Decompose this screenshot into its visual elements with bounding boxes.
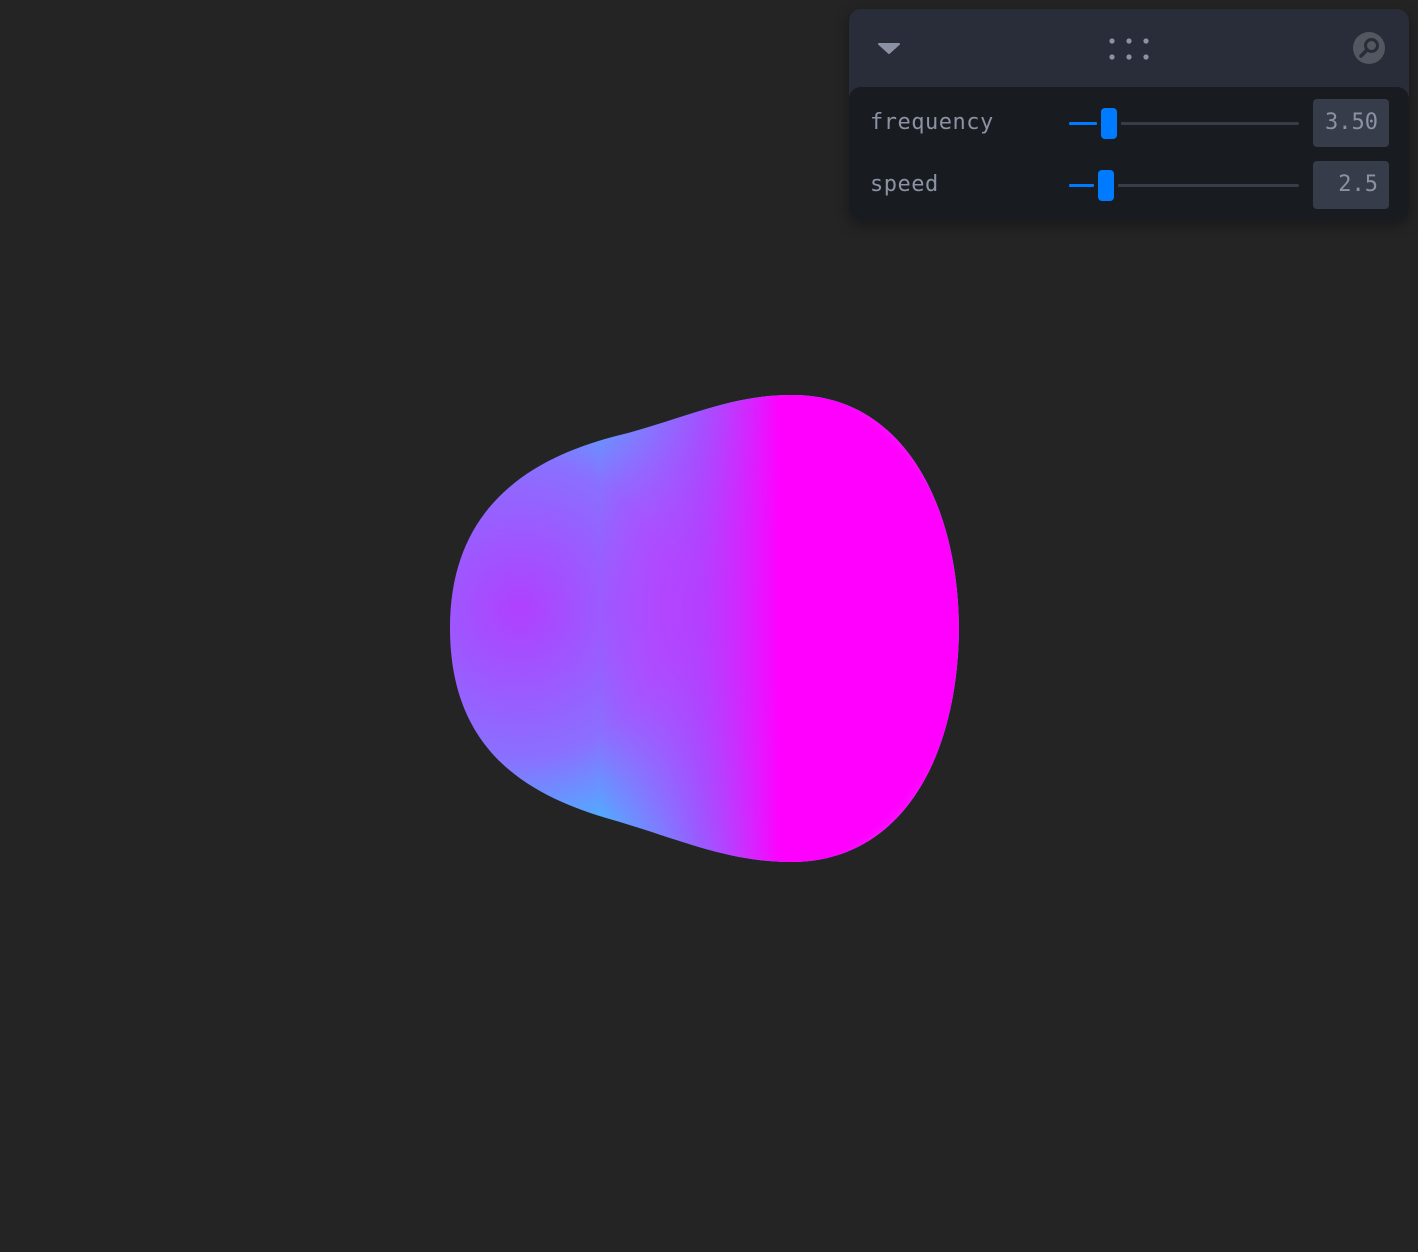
slider-fill	[1069, 122, 1098, 125]
frequency-slider[interactable]	[1069, 99, 1299, 147]
slider-thumb[interactable]	[1097, 170, 1114, 201]
controls-panel: frequency 3.50 speed 2.5	[849, 9, 1409, 221]
speed-label: speed	[870, 172, 939, 197]
grip-dots-icon[interactable]	[1107, 37, 1151, 61]
slider-fill	[1069, 184, 1094, 187]
control-row-frequency: frequency 3.50	[849, 99, 1409, 147]
control-row-speed: speed 2.5	[849, 161, 1409, 209]
speed-slider[interactable]	[1069, 161, 1299, 209]
slider-thumb[interactable]	[1101, 108, 1118, 139]
frequency-value-input[interactable]: 3.50	[1313, 99, 1389, 147]
frequency-label: frequency	[870, 110, 994, 135]
panel-header[interactable]	[849, 9, 1409, 87]
speed-value-input[interactable]: 2.5	[1313, 161, 1389, 209]
chevron-down-icon[interactable]	[877, 42, 901, 56]
search-icon[interactable]	[1352, 31, 1386, 65]
panel-body: frequency 3.50 speed 2.5	[849, 87, 1409, 221]
